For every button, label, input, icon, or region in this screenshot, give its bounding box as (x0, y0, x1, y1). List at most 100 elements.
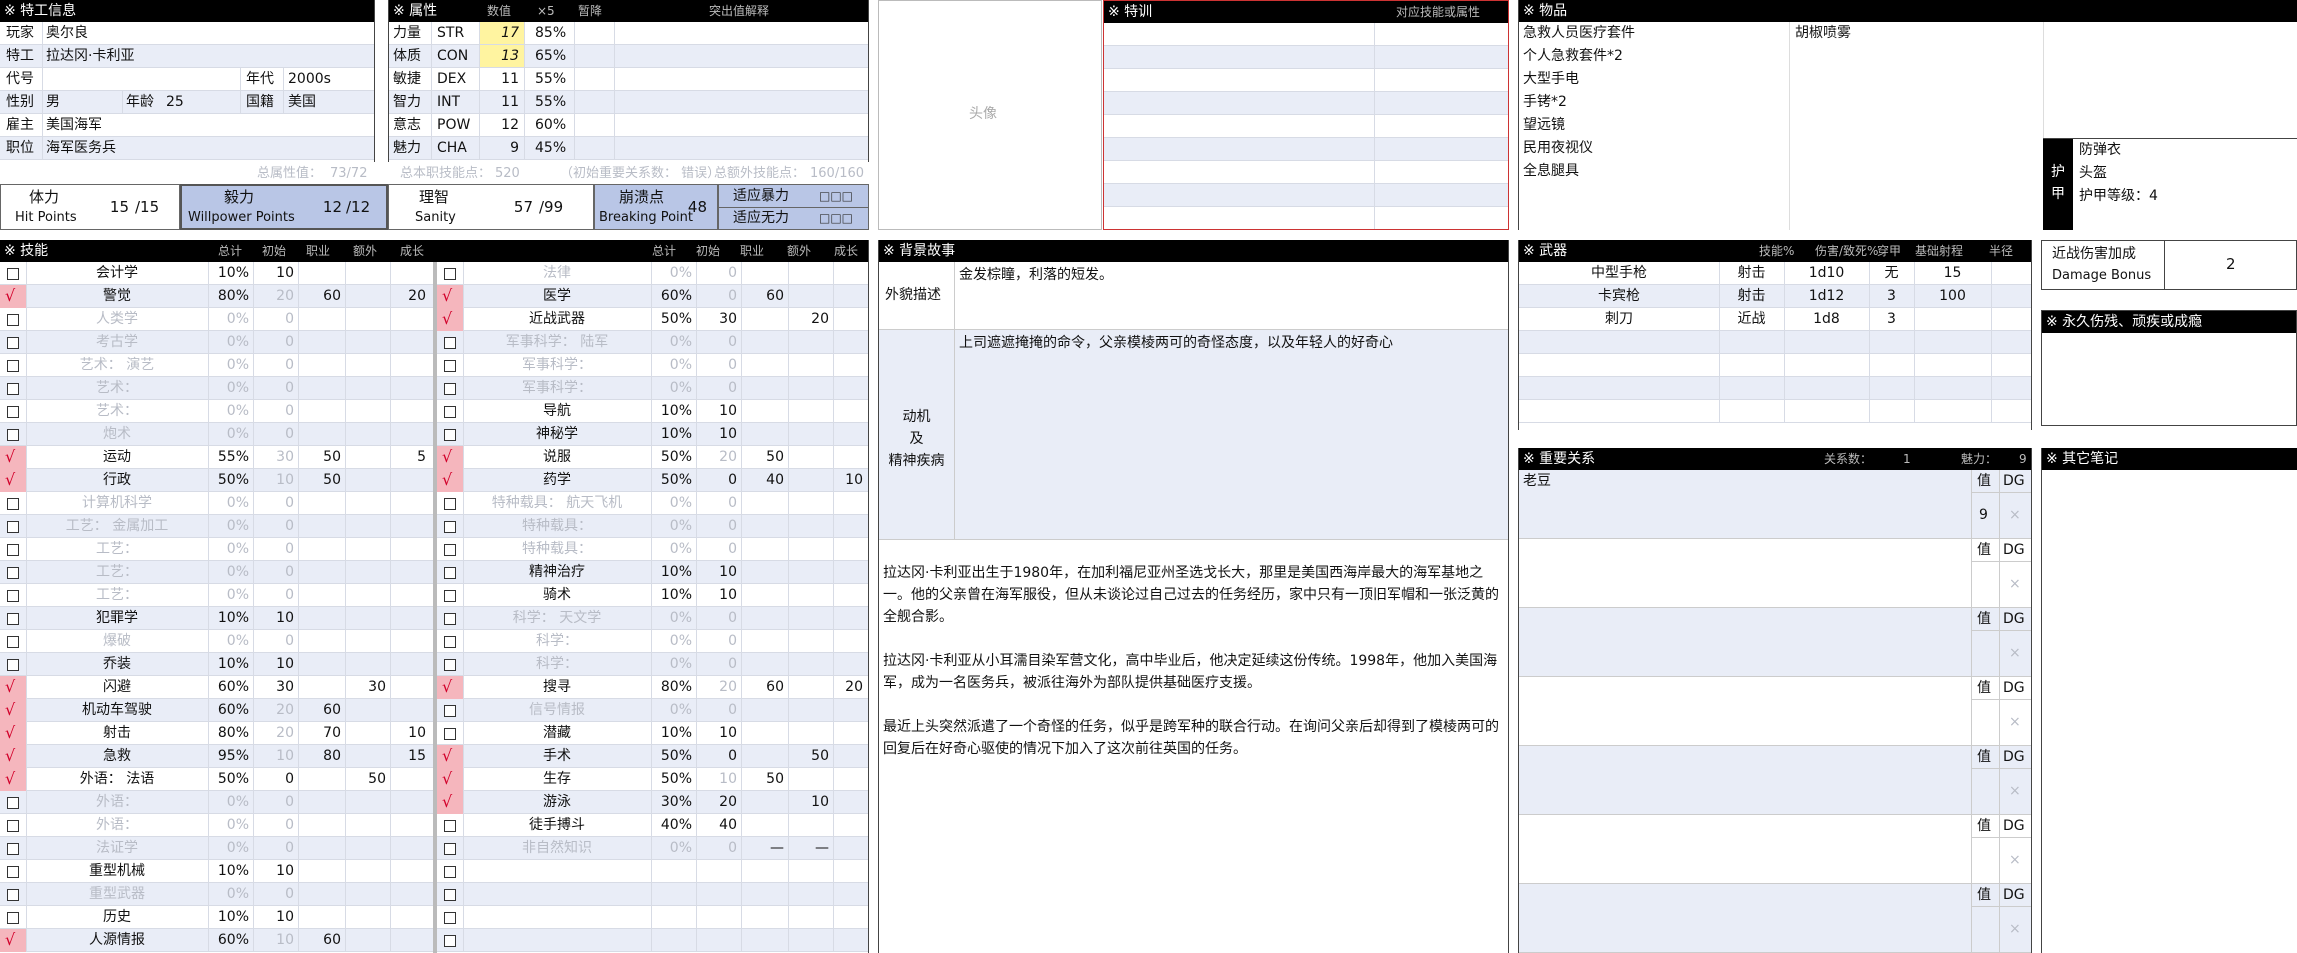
skill-job[interactable] (298, 515, 341, 538)
skill-job[interactable] (741, 331, 784, 354)
skill-extra[interactable] (345, 860, 386, 883)
skill-growth[interactable] (833, 561, 863, 584)
attribute-value[interactable]: 12 (479, 114, 519, 137)
skill-job[interactable]: 60 (741, 676, 784, 699)
skill-job[interactable] (741, 354, 784, 377)
skill-checkbox-cell[interactable] (0, 400, 26, 423)
skill-extra[interactable] (788, 883, 829, 906)
skill-growth[interactable] (390, 906, 426, 929)
skill-growth[interactable] (833, 377, 863, 400)
skill-extra[interactable] (788, 515, 829, 538)
skill-checkbox-cell[interactable] (0, 584, 26, 607)
agent-info-value[interactable]: 奥尔良 (46, 22, 88, 45)
skill-growth[interactable]: 20 (390, 285, 426, 308)
skill-checkbox-cell[interactable] (437, 883, 463, 906)
skill-checkbox-cell[interactable] (0, 492, 26, 515)
adapt-violence-boxes[interactable]: □□□ (819, 185, 853, 208)
skill-growth[interactable] (390, 929, 426, 952)
skill-growth[interactable] (390, 837, 426, 860)
weapon-row[interactable]: 刺刀 近战 1d8 3 (1519, 308, 2031, 331)
skill-checkbox-cell[interactable] (437, 837, 463, 860)
skill-extra[interactable] (788, 492, 829, 515)
skill-extra[interactable] (345, 354, 386, 377)
skill-growth[interactable] (390, 308, 426, 331)
skill-checkbox-cell[interactable] (437, 331, 463, 354)
skill-checkbox-cell[interactable]: √ (437, 768, 463, 791)
skill-job[interactable] (298, 423, 341, 446)
skill-extra[interactable] (345, 377, 386, 400)
skill-job[interactable]: 70 (298, 722, 341, 745)
skill-checkbox-cell[interactable] (437, 607, 463, 630)
skill-checkbox-cell[interactable] (437, 262, 463, 285)
skill-checkbox-cell[interactable]: √ (437, 469, 463, 492)
training-row[interactable] (1104, 161, 1508, 184)
skill-checkbox-cell[interactable] (0, 331, 26, 354)
skill-growth[interactable] (390, 515, 426, 538)
skill-extra[interactable] (345, 515, 386, 538)
skill-extra[interactable] (345, 837, 386, 860)
skill-growth[interactable] (390, 331, 426, 354)
skill-job[interactable] (741, 699, 784, 722)
skill-growth[interactable]: 5 (390, 446, 426, 469)
skill-job[interactable] (741, 883, 784, 906)
skill-job[interactable] (741, 906, 784, 929)
skill-extra[interactable] (345, 538, 386, 561)
skill-growth[interactable] (390, 768, 426, 791)
skill-extra[interactable] (345, 745, 386, 768)
skill-growth[interactable] (833, 538, 863, 561)
skill-extra[interactable] (788, 446, 829, 469)
skill-growth[interactable] (390, 400, 426, 423)
skill-extra[interactable] (345, 446, 386, 469)
skill-growth[interactable]: 20 (833, 676, 863, 699)
attribute-value[interactable]: 13 (479, 45, 519, 68)
skill-job[interactable] (741, 653, 784, 676)
skill-growth[interactable] (390, 814, 426, 837)
skill-growth[interactable] (833, 492, 863, 515)
agent-info-value[interactable]: 男 (46, 91, 60, 114)
bond-name[interactable]: 老豆 (1523, 470, 1551, 493)
skill-extra[interactable] (345, 423, 386, 446)
skill-growth[interactable] (833, 331, 863, 354)
skill-job[interactable] (298, 630, 341, 653)
agent-info-value[interactable]: 美国海军 (46, 114, 102, 137)
skill-growth[interactable] (833, 515, 863, 538)
skill-job[interactable]: 50 (741, 768, 784, 791)
skill-job[interactable]: 60 (741, 285, 784, 308)
skill-growth[interactable] (833, 607, 863, 630)
skill-job[interactable] (741, 860, 784, 883)
skill-checkbox-cell[interactable] (0, 630, 26, 653)
skill-job[interactable] (741, 423, 784, 446)
skill-job[interactable] (741, 400, 784, 423)
skill-extra[interactable] (345, 607, 386, 630)
skill-extra[interactable] (345, 262, 386, 285)
skill-job[interactable]: 50 (741, 446, 784, 469)
skill-checkbox-cell[interactable] (0, 538, 26, 561)
skill-growth[interactable] (833, 906, 863, 929)
skill-growth[interactable] (833, 768, 863, 791)
skill-job[interactable] (298, 538, 341, 561)
skill-extra[interactable] (345, 285, 386, 308)
skill-job[interactable] (298, 791, 341, 814)
skill-growth[interactable] (833, 860, 863, 883)
skill-checkbox-cell[interactable] (0, 837, 26, 860)
skill-extra[interactable] (345, 791, 386, 814)
skill-checkbox-cell[interactable]: √ (0, 285, 26, 308)
skill-growth[interactable] (390, 860, 426, 883)
skill-extra[interactable] (788, 722, 829, 745)
skill-job[interactable] (741, 262, 784, 285)
skill-checkbox-cell[interactable]: √ (0, 469, 26, 492)
skill-checkbox-cell[interactable]: √ (437, 308, 463, 331)
skill-growth[interactable] (390, 653, 426, 676)
skill-growth[interactable] (390, 377, 426, 400)
notes-panel[interactable]: ※ 其它笔记 (2041, 448, 2297, 953)
skill-extra[interactable] (788, 607, 829, 630)
skill-growth[interactable] (833, 653, 863, 676)
skill-job[interactable] (298, 837, 341, 860)
item-entry[interactable]: 民用夜视仪 (1523, 137, 1593, 160)
skill-extra[interactable] (345, 906, 386, 929)
skill-growth[interactable] (833, 814, 863, 837)
skill-job[interactable] (298, 607, 341, 630)
item-entry[interactable]: 胡椒喷雾 (1795, 22, 1851, 45)
skill-checkbox-cell[interactable] (437, 561, 463, 584)
skill-growth[interactable] (390, 699, 426, 722)
